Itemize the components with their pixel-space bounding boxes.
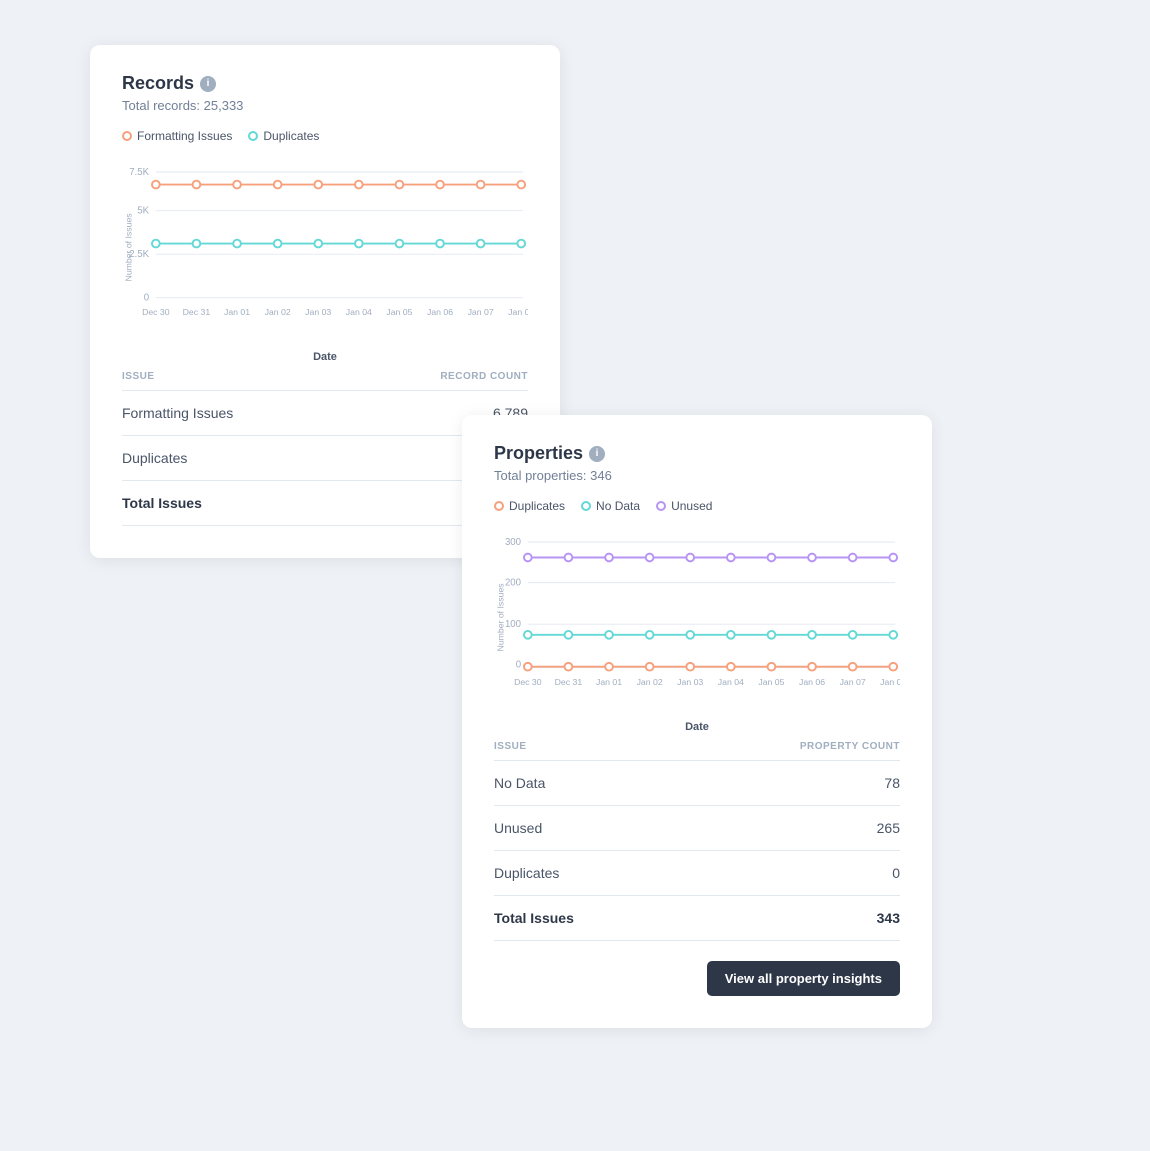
records-info-icon[interactable]: i bbox=[200, 76, 216, 92]
records-title: Records i bbox=[122, 73, 528, 94]
button-row: View all property insights bbox=[494, 941, 900, 996]
svg-text:Jan 02: Jan 02 bbox=[637, 677, 663, 687]
properties-subtitle: Total properties: 346 bbox=[494, 468, 900, 483]
records-subtitle: Total records: 25,333 bbox=[122, 98, 528, 113]
properties-table-header: ISSUE PROPERTY COUNT bbox=[494, 733, 900, 761]
legend-dot-prop-unused bbox=[656, 501, 666, 511]
svg-text:Number of Issues: Number of Issues bbox=[496, 583, 506, 652]
svg-text:7.5K: 7.5K bbox=[129, 167, 149, 178]
svg-text:Jan 06: Jan 06 bbox=[427, 307, 453, 317]
svg-text:Jan 05: Jan 05 bbox=[758, 677, 784, 687]
svg-text:200: 200 bbox=[505, 578, 521, 589]
svg-text:Dec 31: Dec 31 bbox=[183, 307, 211, 317]
svg-text:Jan 08: Jan 08 bbox=[508, 307, 528, 317]
svg-text:Jan 01: Jan 01 bbox=[596, 677, 622, 687]
properties-chart: 300 200 100 0 Number of Issues bbox=[494, 525, 900, 705]
legend-dot-prop-nodata bbox=[581, 501, 591, 511]
properties-legend: Duplicates No Data Unused bbox=[494, 499, 900, 513]
svg-text:Jan 04: Jan 04 bbox=[718, 677, 744, 687]
properties-total-row: Total Issues 343 bbox=[494, 896, 900, 941]
svg-text:Dec 30: Dec 30 bbox=[142, 307, 170, 317]
svg-text:0: 0 bbox=[144, 293, 149, 304]
legend-dot-duplicates bbox=[248, 131, 258, 141]
svg-text:Number of Issues: Number of Issues bbox=[124, 213, 134, 282]
legend-item-duplicates: Duplicates bbox=[248, 129, 319, 143]
svg-text:Jan 02: Jan 02 bbox=[265, 307, 291, 317]
svg-text:100: 100 bbox=[505, 619, 521, 630]
svg-text:0: 0 bbox=[516, 660, 521, 671]
legend-item-formatting: Formatting Issues bbox=[122, 129, 232, 143]
svg-text:Jan 03: Jan 03 bbox=[305, 307, 331, 317]
svg-text:Jan 08: Jan 08 bbox=[880, 677, 900, 687]
svg-text:Dec 31: Dec 31 bbox=[555, 677, 583, 687]
legend-item-prop-nodata: No Data bbox=[581, 499, 640, 513]
legend-item-prop-unused: Unused bbox=[656, 499, 712, 513]
table-row: No Data 78 bbox=[494, 761, 900, 806]
svg-text:300: 300 bbox=[505, 537, 521, 548]
svg-text:Jan 07: Jan 07 bbox=[468, 307, 494, 317]
legend-dot-prop-dup bbox=[494, 501, 504, 511]
records-chart-svg: 7.5K 5K 2.5K 0 Number of Issues bbox=[122, 155, 528, 335]
properties-x-label: Date bbox=[494, 721, 900, 733]
svg-text:Jan 07: Jan 07 bbox=[840, 677, 866, 687]
svg-text:Jan 03: Jan 03 bbox=[677, 677, 703, 687]
svg-text:Jan 01: Jan 01 bbox=[224, 307, 250, 317]
records-chart: 7.5K 5K 2.5K 0 Number of Issues bbox=[122, 155, 528, 335]
legend-item-prop-dup: Duplicates bbox=[494, 499, 565, 513]
records-legend: Formatting Issues Duplicates bbox=[122, 129, 528, 143]
legend-dot-formatting bbox=[122, 131, 132, 141]
records-table-header: ISSUE RECORD COUNT bbox=[122, 363, 528, 391]
table-row: Unused 265 bbox=[494, 806, 900, 851]
properties-chart-svg: 300 200 100 0 Number of Issues bbox=[494, 525, 900, 705]
properties-title: Properties i bbox=[494, 443, 900, 464]
svg-text:Dec 30: Dec 30 bbox=[514, 677, 542, 687]
records-x-label: Date bbox=[122, 351, 528, 363]
properties-info-icon[interactable]: i bbox=[589, 446, 605, 462]
svg-text:Jan 06: Jan 06 bbox=[799, 677, 825, 687]
svg-text:Jan 04: Jan 04 bbox=[346, 307, 372, 317]
svg-text:5K: 5K bbox=[137, 206, 149, 217]
svg-text:Jan 05: Jan 05 bbox=[386, 307, 412, 317]
table-row: Duplicates 0 bbox=[494, 851, 900, 896]
view-property-insights-button[interactable]: View all property insights bbox=[707, 961, 900, 996]
properties-card: Properties i Total properties: 346 Dupli… bbox=[462, 415, 932, 1028]
